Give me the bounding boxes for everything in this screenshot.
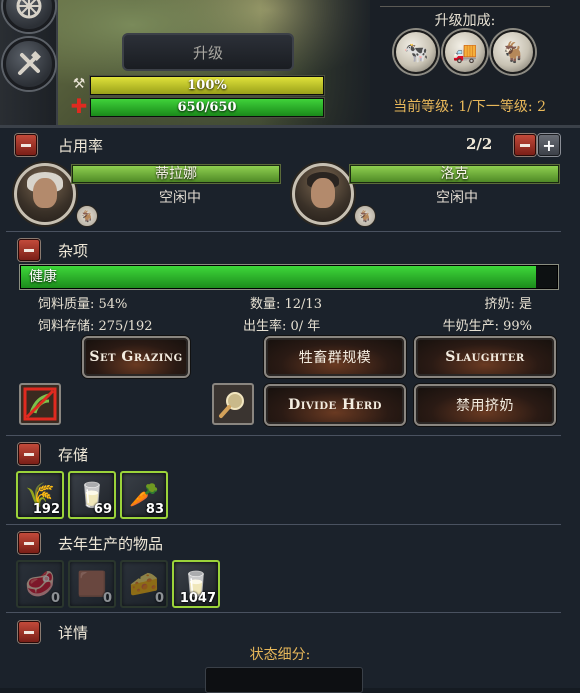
herd-health-bar: 健康 (20, 265, 558, 289)
birth-rate: 出生率: 0/ 年 (243, 319, 321, 334)
feed-quality: 饲料质量: 54% (38, 297, 128, 312)
slaughter-button[interactable]: Slaughter (414, 336, 556, 378)
feed-storage: 饲料存储: 275/192 (38, 319, 153, 334)
inspect-icon[interactable] (212, 383, 254, 425)
worker-name-1: 蒂拉娜 (72, 165, 280, 183)
production-slot[interactable]: 🧀 0 (120, 560, 168, 608)
livestock-icon: 🐐 (354, 205, 376, 227)
details-title: 详情 (58, 624, 89, 642)
worker-portrait-2[interactable] (292, 163, 354, 225)
truck-icon[interactable]: 🚚 (443, 30, 487, 74)
worker-name-2: 洛克 (350, 165, 559, 183)
building-header: 升级 ⚒ 100% ✚ 650/650 升级加成: 🐄 🚚 🐐 当前等级: 1/… (0, 0, 580, 125)
herd-quantity: 数量: 12/13 (250, 297, 322, 312)
stamina-value: 100% (187, 78, 227, 93)
collapse-storage-button[interactable] (18, 443, 40, 465)
status-breakdown-title: 状态细分: (249, 647, 311, 663)
divide-herd-button[interactable]: Divide Herd (264, 384, 406, 426)
storage-slot[interactable]: 🥛 69 (68, 471, 116, 519)
worker-status-2: 空闲中 (436, 190, 478, 206)
misc-title: 杂项 (58, 242, 89, 260)
worker-portrait-1[interactable] (14, 163, 76, 225)
wheel-icon[interactable] (3, 0, 55, 32)
health-value: 650/650 (177, 100, 237, 115)
production-slot[interactable]: 🟫 0 (68, 560, 116, 608)
production-slot[interactable]: 🥛 1047 (172, 560, 220, 608)
upgrade-button[interactable]: 升级 (122, 33, 294, 71)
level-text: 当前等级: 1/下一等级: 2 (393, 99, 546, 115)
herd-health-fill (21, 266, 536, 288)
health-cross-icon: ✚ (70, 94, 88, 118)
no-grazing-icon[interactable] (19, 383, 61, 425)
occupancy-count: 2/2 (466, 135, 493, 153)
storage-title: 存储 (58, 446, 89, 464)
production-title: 去年生产的物品 (58, 535, 164, 553)
production-slot[interactable]: 🥩 0 (16, 560, 64, 608)
upgrade-bonus-title: 升级加成: (434, 13, 496, 29)
milking-status: 挤奶: 是 (484, 297, 532, 312)
storage-slot[interactable]: 🥕 83 (120, 471, 168, 519)
collapse-misc-button[interactable] (18, 239, 40, 261)
add-worker-button[interactable]: + (538, 134, 560, 156)
disable-milking-button[interactable]: 禁用挤奶 (414, 384, 556, 426)
status-breakdown-box (205, 667, 363, 693)
set-grazing-button[interactable]: Set Grazing (82, 336, 190, 378)
goat-add-icon[interactable]: 🐐 (491, 30, 535, 74)
milk-production: 牛奶生产: 99% (442, 319, 532, 334)
collapse-occupancy-button[interactable] (15, 134, 37, 156)
occupancy-title: 占用率 (58, 137, 104, 155)
cow-icon[interactable]: 🐄 (394, 30, 438, 74)
tools-icon[interactable] (3, 38, 55, 90)
side-rail (0, 0, 58, 125)
storage-slot[interactable]: 🌾 192 (16, 471, 64, 519)
livestock-icon: 🐐 (76, 205, 98, 227)
herd-size-button[interactable]: 牲畜群规模 (264, 336, 406, 378)
stamina-bar: ⚒ 100% (70, 75, 325, 95)
hammer-icon: ⚒ (72, 76, 86, 92)
collapse-details-button[interactable] (18, 621, 40, 643)
collapse-production-button[interactable] (18, 532, 40, 554)
health-bar: ✚ 650/650 (70, 94, 325, 118)
herd-health-label: 健康 (29, 269, 57, 285)
remove-worker-button[interactable] (514, 134, 536, 156)
worker-status-1: 空闲中 (159, 190, 201, 206)
